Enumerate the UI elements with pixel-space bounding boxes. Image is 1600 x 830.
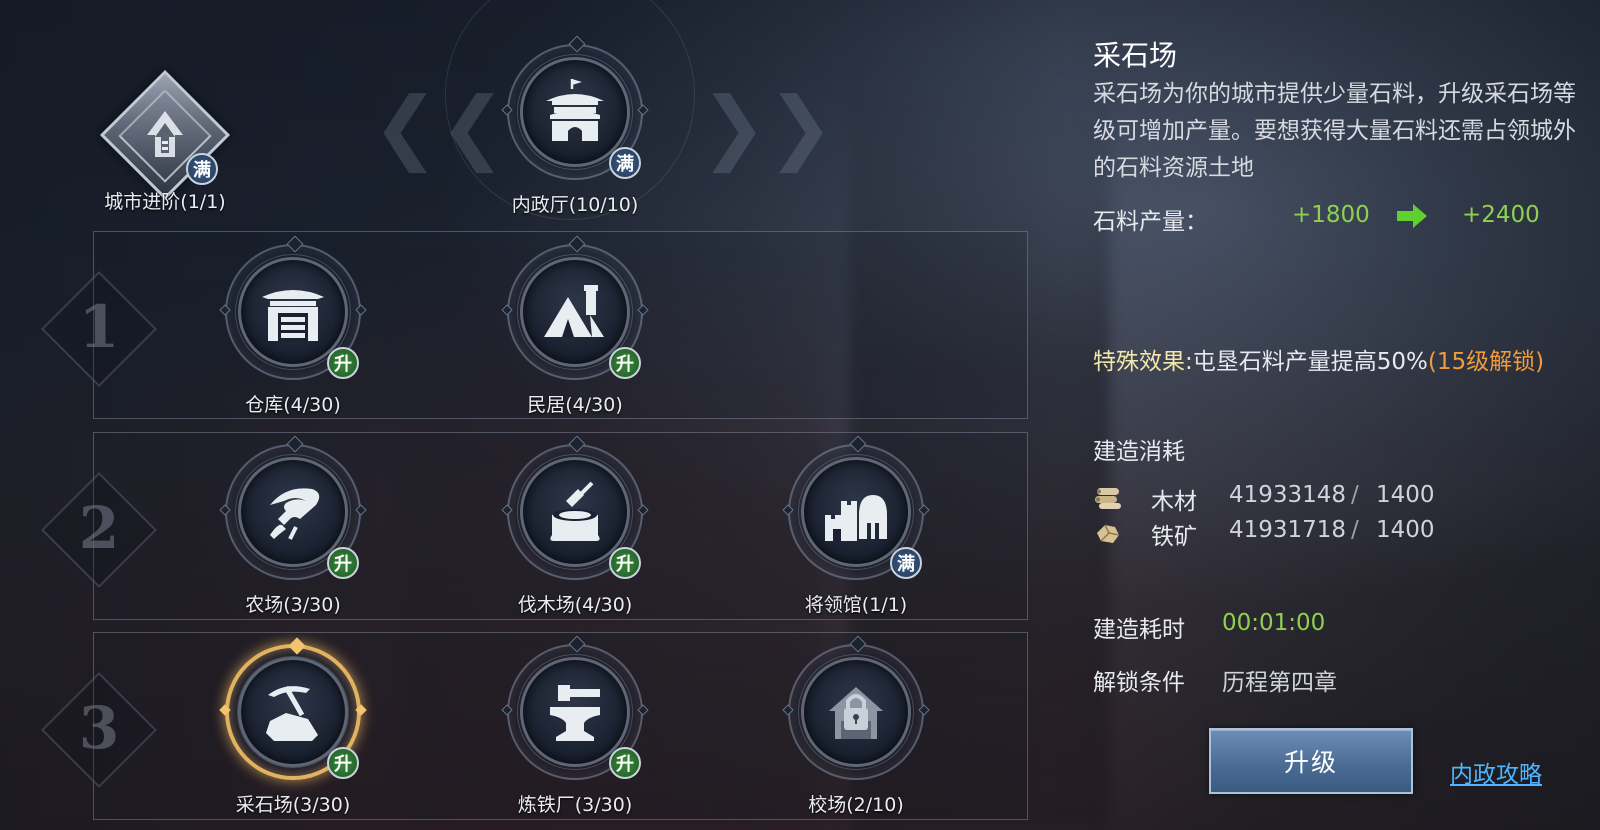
upgrade-badge: 升 xyxy=(327,347,359,379)
interior-guide-link[interactable]: 内政攻略 xyxy=(1450,755,1542,789)
production-label: 石料产量： xyxy=(1093,209,1208,235)
sickle-icon xyxy=(270,488,320,540)
farm-label: 农场(3/30) xyxy=(245,594,341,616)
tier-number: 1 xyxy=(78,293,120,361)
full-badge: 满 xyxy=(186,153,218,185)
government-hall-icon xyxy=(546,79,604,141)
building-drill-ground[interactable]: 校场(2/10) xyxy=(781,644,931,816)
unlock-condition-label: 解锁条件 xyxy=(1093,670,1185,696)
detail-title: 采石场 xyxy=(1093,39,1178,72)
build-time-label: 建造耗时 xyxy=(1093,617,1185,643)
build-time-value: 00:01:00 xyxy=(1222,610,1326,636)
city-advance-label: 城市进阶(1/1) xyxy=(104,191,226,213)
unlock-condition-value: 历程第四章 xyxy=(1222,670,1337,696)
cost-need: 1400 xyxy=(1376,517,1435,543)
tier-number: 3 xyxy=(78,694,120,762)
cost-row-wood: 木材 41933148 / 1400 xyxy=(1093,482,1563,515)
cost-separator: / xyxy=(1351,517,1359,543)
iron-ore-icon xyxy=(1097,524,1120,543)
building-interior-hall[interactable]: 满 内政厅(10/10) xyxy=(500,44,650,216)
production-next: +2400 xyxy=(1462,202,1540,228)
full-badge: 满 xyxy=(890,547,922,579)
castle-helmet-icon xyxy=(825,495,887,541)
node-disc xyxy=(801,657,911,767)
ironworks-label: 炼铁厂(3/30) xyxy=(517,794,633,816)
cost-name: 木材 xyxy=(1151,489,1197,515)
cost-name: 铁矿 xyxy=(1151,524,1197,550)
tent-icon xyxy=(544,285,604,337)
upgrade-badge: 升 xyxy=(609,747,641,779)
chevron-left-ornament: ❮❮ xyxy=(372,80,507,173)
building-ironworks[interactable]: 升 炼铁厂(3/30) xyxy=(500,644,650,816)
cost-title: 建造消耗 xyxy=(1093,439,1185,465)
special-effect-text: 屯垦石料产量提高50% xyxy=(1192,349,1428,375)
building-lumberyard[interactable]: 升 伐木场(4/30) xyxy=(500,444,650,616)
special-effect-label: 特殊效果: xyxy=(1093,349,1193,375)
quarry-label: 采石场(3/30) xyxy=(235,794,351,816)
lumberyard-label: 伐木场(4/30) xyxy=(517,594,633,616)
warehouse-label: 仓库(4/30) xyxy=(245,394,341,416)
city-advance[interactable]: 满 城市进阶(1/1) xyxy=(80,69,250,215)
cost-row-iron: 铁矿 41931718 / 1400 xyxy=(1093,517,1563,550)
building-residence[interactable]: 升 民居(4/30) xyxy=(500,244,650,416)
cost-have: 41933148 xyxy=(1229,482,1347,508)
tier-number: 2 xyxy=(78,494,120,562)
upgrade-badge: 升 xyxy=(327,547,359,579)
arrow-right-icon xyxy=(1397,204,1427,228)
detail-description: 采石场为你的城市提供少量石料，升级采石场等级可增加产量。要想获得大量石料还需占领… xyxy=(1093,81,1576,181)
warehouse-icon xyxy=(262,290,324,341)
drill-ground-label: 校场(2/10) xyxy=(808,794,904,816)
upgrade-badge: 升 xyxy=(327,747,359,779)
axe-stump-icon xyxy=(550,481,600,541)
building-farm[interactable]: 升 农场(3/30) xyxy=(218,444,368,616)
pickaxe-rock-icon xyxy=(266,685,318,741)
production-current: +1800 xyxy=(1292,202,1370,228)
general-hall-label: 将领馆(1/1) xyxy=(804,594,908,616)
building-warehouse[interactable]: 升 仓库(4/30) xyxy=(218,244,368,416)
special-effect: 特殊效果:屯垦石料产量提高50%(15级解锁) xyxy=(1093,342,1544,376)
anvil-hammer-icon xyxy=(550,685,600,741)
cost-have: 41931718 xyxy=(1229,517,1347,543)
building-general-hall[interactable]: 满 将领馆(1/1) xyxy=(781,444,931,616)
advance-arrows-icon xyxy=(147,111,183,157)
wood-icon xyxy=(1095,488,1121,509)
chevron-right-ornament: ❯❯ xyxy=(700,80,835,173)
cost-separator: / xyxy=(1351,482,1359,508)
interior-hall-label: 内政厅(10/10) xyxy=(511,194,639,216)
residence-label: 民居(4/30) xyxy=(527,394,623,416)
building-detail-panel: 采石场 采石场为你的城市提供少量石料，升级采石场等级可增加产量。要想获得大量石料… xyxy=(1090,0,1600,830)
locked-building-icon xyxy=(829,687,883,739)
upgrade-badge: 升 xyxy=(609,547,641,579)
upgrade-button[interactable]: 升级 xyxy=(1209,728,1413,794)
upgrade-badge: 升 xyxy=(609,347,641,379)
building-quarry[interactable]: 升 采石场(3/30) xyxy=(218,644,368,816)
special-effect-unlock: (15级解锁) xyxy=(1427,349,1545,375)
full-badge: 满 xyxy=(609,147,641,179)
cost-need: 1400 xyxy=(1376,482,1435,508)
